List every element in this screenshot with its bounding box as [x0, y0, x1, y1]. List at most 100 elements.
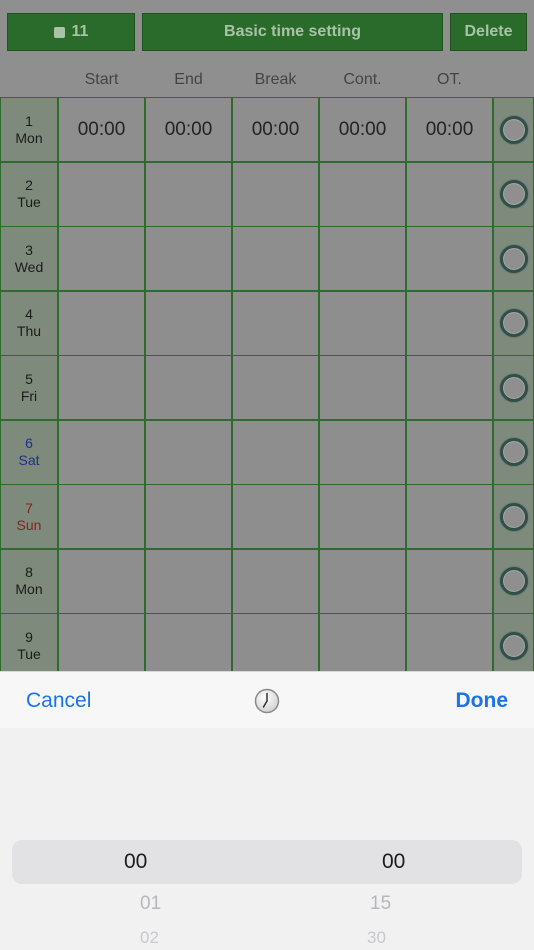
- time-cell-ot[interactable]: [406, 226, 493, 291]
- time-cell-end[interactable]: [145, 613, 232, 678]
- time-cell-cont[interactable]: [319, 613, 406, 678]
- time-picker[interactable]: 00 01 02 00 15 30: [0, 728, 534, 950]
- radio-button-icon[interactable]: [499, 180, 528, 208]
- day-number: 3: [25, 241, 33, 258]
- time-cell-ot[interactable]: [406, 161, 493, 227]
- time-cell-start[interactable]: [58, 226, 145, 291]
- picker-selection-band: [12, 840, 522, 884]
- radio-button-icon[interactable]: [499, 631, 528, 660]
- time-cell-break[interactable]: [232, 419, 319, 485]
- row-toggle-cell[interactable]: [493, 161, 534, 227]
- time-cell-break[interactable]: [232, 484, 319, 549]
- day-cell: 4 Thu: [0, 290, 58, 356]
- time-cell-start[interactable]: [58, 355, 145, 420]
- time-cell-cont[interactable]: [319, 419, 406, 485]
- time-cell-end[interactable]: [145, 161, 232, 227]
- time-cell-ot[interactable]: 00:00: [406, 97, 493, 162]
- row-toggle-cell[interactable]: [493, 419, 534, 485]
- day-number: 7: [25, 499, 33, 516]
- radio-button-icon[interactable]: [499, 244, 528, 273]
- time-cell-cont[interactable]: [319, 226, 406, 291]
- radio-button-icon[interactable]: [499, 115, 528, 144]
- time-cell-start[interactable]: 00:00: [58, 97, 145, 162]
- time-cell-break[interactable]: [232, 161, 319, 227]
- time-cell-break[interactable]: [232, 613, 319, 678]
- day-name: Tue: [17, 194, 41, 210]
- row-toggle-cell[interactable]: [493, 355, 534, 420]
- radio-button-icon[interactable]: [499, 438, 528, 466]
- time-cell-ot[interactable]: [406, 613, 493, 678]
- hour-option-next[interactable]: 01: [140, 893, 161, 915]
- time-cell-cont[interactable]: [319, 548, 406, 614]
- basic-time-setting-button[interactable]: Basic time setting: [142, 13, 443, 51]
- time-cell-end[interactable]: [145, 226, 232, 291]
- time-cell-cont[interactable]: [319, 484, 406, 549]
- time-cell-start[interactable]: [58, 161, 145, 227]
- row-toggle-cell[interactable]: [493, 613, 534, 678]
- row-toggle-cell[interactable]: [493, 290, 534, 356]
- row-toggle-cell[interactable]: [493, 97, 534, 162]
- time-cell-ot[interactable]: [406, 290, 493, 356]
- done-button[interactable]: Done: [456, 672, 509, 729]
- time-cell-start[interactable]: [58, 419, 145, 485]
- cancel-button[interactable]: Cancel: [26, 672, 91, 729]
- time-cell-ot[interactable]: [406, 419, 493, 485]
- day-name: Sat: [18, 452, 40, 468]
- time-cell-end[interactable]: 00:00: [145, 97, 232, 162]
- day-cell: 2 Tue: [0, 161, 58, 227]
- time-cell-end[interactable]: [145, 290, 232, 356]
- day-cell: 6 Sat: [0, 419, 58, 485]
- row-toggle-cell[interactable]: [493, 484, 534, 549]
- time-cell-break[interactable]: 00:00: [232, 97, 319, 162]
- time-cell-start[interactable]: [58, 484, 145, 549]
- time-cell-cont[interactable]: 00:00: [319, 97, 406, 162]
- time-cell-ot[interactable]: [406, 548, 493, 614]
- table-row: 1 Mon 00:00 00:00 00:00 00:00 00:00: [0, 97, 534, 162]
- time-cell-end[interactable]: [145, 484, 232, 549]
- time-cell-start[interactable]: [58, 290, 145, 356]
- day-name: Sun: [16, 516, 42, 533]
- hour-selected[interactable]: 00: [124, 850, 147, 874]
- column-header-break: Break: [254, 71, 297, 88]
- time-cell-start[interactable]: [58, 548, 145, 614]
- table-row: 5 Fri: [0, 355, 534, 420]
- table-row: 9 Tue: [0, 613, 534, 678]
- time-cell-ot[interactable]: [406, 484, 493, 549]
- month-button[interactable]: 11: [7, 13, 135, 51]
- time-cell-end[interactable]: [145, 419, 232, 485]
- time-cell-cont[interactable]: [319, 290, 406, 356]
- time-cell-start[interactable]: [58, 613, 145, 678]
- day-number: 5: [25, 370, 33, 387]
- day-cell: 7 Sun: [0, 484, 58, 549]
- day-name: Mon: [15, 129, 43, 146]
- time-cell-break[interactable]: [232, 226, 319, 291]
- minute-selected[interactable]: 00: [382, 850, 405, 874]
- row-toggle-cell[interactable]: [493, 226, 534, 291]
- time-cell-cont[interactable]: [319, 355, 406, 420]
- radio-button-icon[interactable]: [499, 309, 528, 337]
- time-cell-ot[interactable]: [406, 355, 493, 420]
- delete-label: Delete: [464, 23, 513, 40]
- column-header-end: End: [174, 71, 203, 88]
- radio-button-icon[interactable]: [499, 373, 528, 402]
- top-toolbar: 11 Basic time setting Delete: [0, 0, 534, 60]
- time-cell-end[interactable]: [145, 355, 232, 420]
- table-row: 7 Sun: [0, 484, 534, 549]
- minute-option-next[interactable]: 15: [370, 893, 391, 915]
- minute-option-later[interactable]: 30: [367, 928, 386, 948]
- row-toggle-cell[interactable]: [493, 548, 534, 614]
- time-cell-break[interactable]: [232, 355, 319, 420]
- clock-icon: [254, 688, 280, 714]
- hour-option-later[interactable]: 02: [140, 928, 159, 948]
- time-cell-break[interactable]: [232, 548, 319, 614]
- delete-button[interactable]: Delete: [450, 13, 527, 51]
- day-name: Thu: [16, 323, 42, 339]
- time-cell-end[interactable]: [145, 548, 232, 614]
- radio-button-icon[interactable]: [499, 567, 528, 595]
- day-name: Mon: [15, 581, 43, 597]
- day-number: 4: [25, 306, 33, 322]
- radio-button-icon[interactable]: [499, 502, 528, 531]
- time-cell-break[interactable]: [232, 290, 319, 356]
- day-number: 8: [25, 564, 33, 580]
- time-cell-cont[interactable]: [319, 161, 406, 227]
